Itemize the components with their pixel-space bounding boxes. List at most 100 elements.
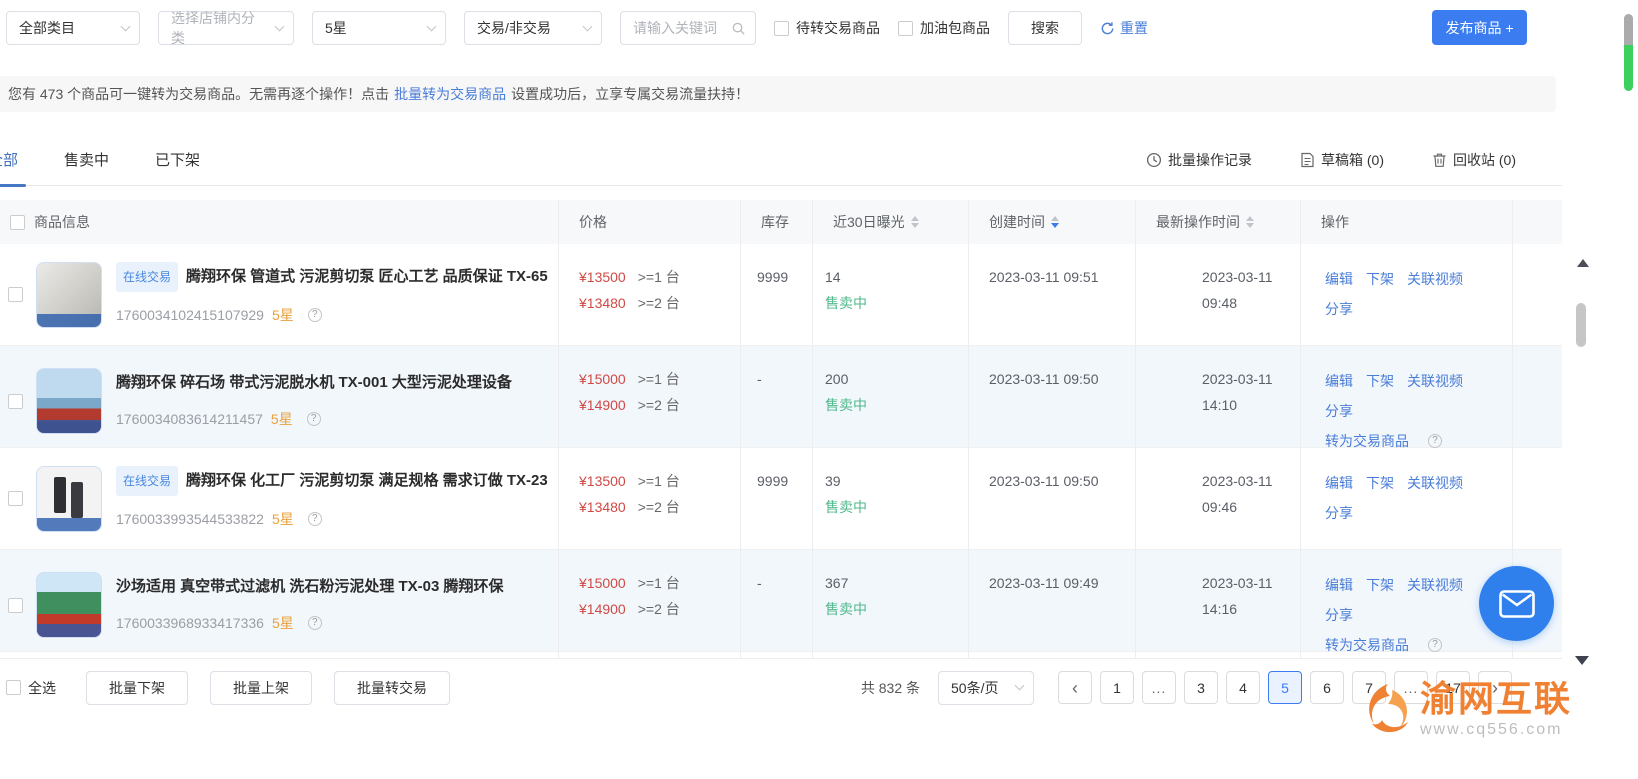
header-info: 商品信息 bbox=[34, 200, 558, 244]
help-icon[interactable] bbox=[1428, 434, 1442, 448]
fuel-pack-checkbox[interactable] bbox=[898, 21, 913, 36]
keyword-input[interactable] bbox=[633, 20, 728, 36]
created-cell: 2023-03-11 09:50 bbox=[968, 448, 1135, 549]
help-icon[interactable] bbox=[308, 616, 322, 630]
product-info-cell: 在线交易 腾翔环保 管道式 污泥剪切泵 匠心工艺 品质保证 TX-65 1760… bbox=[34, 244, 558, 345]
sort-exposure[interactable] bbox=[911, 216, 919, 228]
chat-message-button[interactable] bbox=[1479, 566, 1554, 641]
select-all-checkbox[interactable] bbox=[6, 680, 21, 695]
row-checkbox-cell bbox=[0, 346, 34, 456]
header-created: 创建时间 bbox=[968, 200, 1135, 244]
ellipsis-left[interactable]: ... bbox=[1142, 671, 1176, 704]
tab-selling[interactable]: 售卖中 bbox=[64, 134, 109, 186]
page-button-1[interactable]: 1 bbox=[1100, 671, 1134, 704]
row-checkbox[interactable] bbox=[8, 287, 23, 302]
row-checkbox-cell bbox=[0, 550, 34, 660]
help-icon[interactable] bbox=[308, 308, 322, 322]
header-gutter bbox=[1512, 200, 1562, 244]
share-link[interactable]: 分享 bbox=[1325, 505, 1353, 521]
sort-created[interactable] bbox=[1051, 216, 1059, 228]
batch-convert-link[interactable]: 批量转为交易商品 bbox=[394, 84, 506, 104]
row-checkbox[interactable] bbox=[8, 598, 23, 613]
reset-button[interactable]: 重置 bbox=[1100, 18, 1148, 38]
watermark-url: www.cq556.com bbox=[1420, 721, 1572, 739]
row-checkbox[interactable] bbox=[8, 394, 23, 409]
status-badge: 售卖中 bbox=[825, 392, 968, 418]
product-image[interactable] bbox=[36, 572, 102, 638]
product-management-page: 全部类目 选择店铺内分类 5星 交易/非交易 待转交易商品 加油包商品 搜索 bbox=[0, 0, 1638, 779]
stock-cell: - bbox=[740, 550, 812, 660]
page-button-3[interactable]: 3 bbox=[1184, 671, 1218, 704]
off-shelf-link[interactable]: 下架 bbox=[1366, 271, 1394, 287]
help-icon[interactable] bbox=[307, 412, 321, 426]
header-checkbox-cell bbox=[0, 200, 34, 244]
page-scrollbar[interactable] bbox=[1624, 14, 1633, 91]
off-shelf-link[interactable]: 下架 bbox=[1366, 475, 1394, 491]
pending-trade-checkbox-group[interactable]: 待转交易商品 bbox=[774, 18, 880, 38]
star-select[interactable]: 5星 bbox=[312, 11, 446, 45]
price-tier-1-condition: >=1 台 bbox=[638, 468, 680, 494]
table-scroll-up-arrow[interactable] bbox=[1577, 259, 1589, 267]
product-title[interactable]: 沙场适用 真空带式过滤机 洗石粉污泥处理 TX-03 腾翔环保 bbox=[116, 574, 504, 600]
link-video-link[interactable]: 关联视频 bbox=[1407, 271, 1463, 287]
recycle-bin-button[interactable]: 回收站 (0) bbox=[1432, 150, 1516, 170]
trash-icon bbox=[1432, 152, 1447, 168]
batch-on-shelf-button[interactable]: 批量上架 bbox=[210, 671, 312, 705]
fuel-pack-checkbox-group[interactable]: 加油包商品 bbox=[898, 18, 990, 38]
pending-trade-checkbox[interactable] bbox=[774, 21, 789, 36]
select-all-checkbox[interactable] bbox=[10, 215, 25, 230]
ops-cell: 编辑下架关联视频分享 转为交易商品 bbox=[1300, 346, 1512, 456]
share-link[interactable]: 分享 bbox=[1325, 301, 1353, 317]
price-tier-2-condition: >=2 台 bbox=[638, 392, 680, 418]
chevron-down-icon bbox=[1015, 681, 1025, 691]
row-checkbox-cell bbox=[0, 244, 34, 345]
sort-updated[interactable] bbox=[1246, 216, 1254, 228]
category-select[interactable]: 全部类目 bbox=[6, 11, 140, 45]
batch-log-label: 批量操作记录 bbox=[1168, 150, 1252, 170]
product-title[interactable]: 腾翔环保 碎石场 带式污泥脱水机 TX-001 大型污泥处理设备 bbox=[116, 370, 512, 396]
help-icon[interactable] bbox=[1428, 638, 1442, 652]
table-scrollbar-thumb[interactable] bbox=[1576, 303, 1586, 347]
price-tier-1: ¥13500 bbox=[579, 264, 626, 290]
exposure-value: 39 bbox=[825, 468, 968, 494]
link-video-link[interactable]: 关联视频 bbox=[1407, 577, 1463, 593]
product-image[interactable] bbox=[36, 466, 102, 532]
link-video-link[interactable]: 关联视频 bbox=[1407, 373, 1463, 389]
trade-type-select[interactable]: 交易/非交易 bbox=[464, 11, 602, 45]
exposure-cell: 367 售卖中 bbox=[812, 550, 968, 660]
publish-product-button[interactable]: 发布商品 + bbox=[1432, 10, 1527, 45]
share-link[interactable]: 分享 bbox=[1325, 607, 1353, 623]
select-all-group[interactable]: 全选 bbox=[6, 678, 56, 698]
edit-link[interactable]: 编辑 bbox=[1325, 475, 1353, 491]
page-button-6[interactable]: 6 bbox=[1310, 671, 1344, 704]
page-size-select[interactable]: 50条/页 bbox=[938, 671, 1034, 705]
edit-link[interactable]: 编辑 bbox=[1325, 271, 1353, 287]
batch-off-shelf-button[interactable]: 批量下架 bbox=[86, 671, 188, 705]
tab-all[interactable]: 全部 bbox=[0, 134, 18, 186]
help-icon[interactable] bbox=[308, 512, 322, 526]
batch-log-button[interactable]: 批量操作记录 bbox=[1146, 150, 1252, 170]
edit-link[interactable]: 编辑 bbox=[1325, 373, 1353, 389]
table-row: 在线交易 腾翔环保 化工厂 污泥剪切泵 满足规格 需求订做 TX-23 1760… bbox=[0, 448, 1562, 550]
row-checkbox[interactable] bbox=[8, 491, 23, 506]
shop-category-select[interactable]: 选择店铺内分类 bbox=[158, 11, 294, 45]
batch-convert-trade-button[interactable]: 批量转交易 bbox=[334, 671, 450, 705]
page-button-4[interactable]: 4 bbox=[1226, 671, 1260, 704]
online-trade-badge: 在线交易 bbox=[116, 262, 178, 292]
share-link[interactable]: 分享 bbox=[1325, 403, 1353, 419]
table-scroll-down-arrow[interactable] bbox=[1575, 656, 1589, 665]
search-button[interactable]: 搜索 bbox=[1008, 11, 1082, 45]
link-video-link[interactable]: 关联视频 bbox=[1407, 475, 1463, 491]
product-title[interactable]: 腾翔环保 化工厂 污泥剪切泵 满足规格 需求订做 TX-23 bbox=[186, 468, 548, 494]
tab-off-shelf[interactable]: 已下架 bbox=[155, 134, 200, 186]
convert-to-trade-link[interactable]: 转为交易商品 bbox=[1325, 630, 1409, 660]
product-image[interactable] bbox=[36, 368, 102, 434]
page-button-5-active[interactable]: 5 bbox=[1268, 671, 1302, 704]
edit-link[interactable]: 编辑 bbox=[1325, 577, 1353, 593]
prev-page-button[interactable]: ‹ bbox=[1058, 671, 1092, 704]
off-shelf-link[interactable]: 下架 bbox=[1366, 373, 1394, 389]
off-shelf-link[interactable]: 下架 bbox=[1366, 577, 1394, 593]
product-image[interactable] bbox=[36, 262, 102, 328]
drafts-button[interactable]: 草稿箱 (0) bbox=[1300, 150, 1384, 170]
product-title[interactable]: 腾翔环保 管道式 污泥剪切泵 匠心工艺 品质保证 TX-65 bbox=[186, 264, 548, 290]
